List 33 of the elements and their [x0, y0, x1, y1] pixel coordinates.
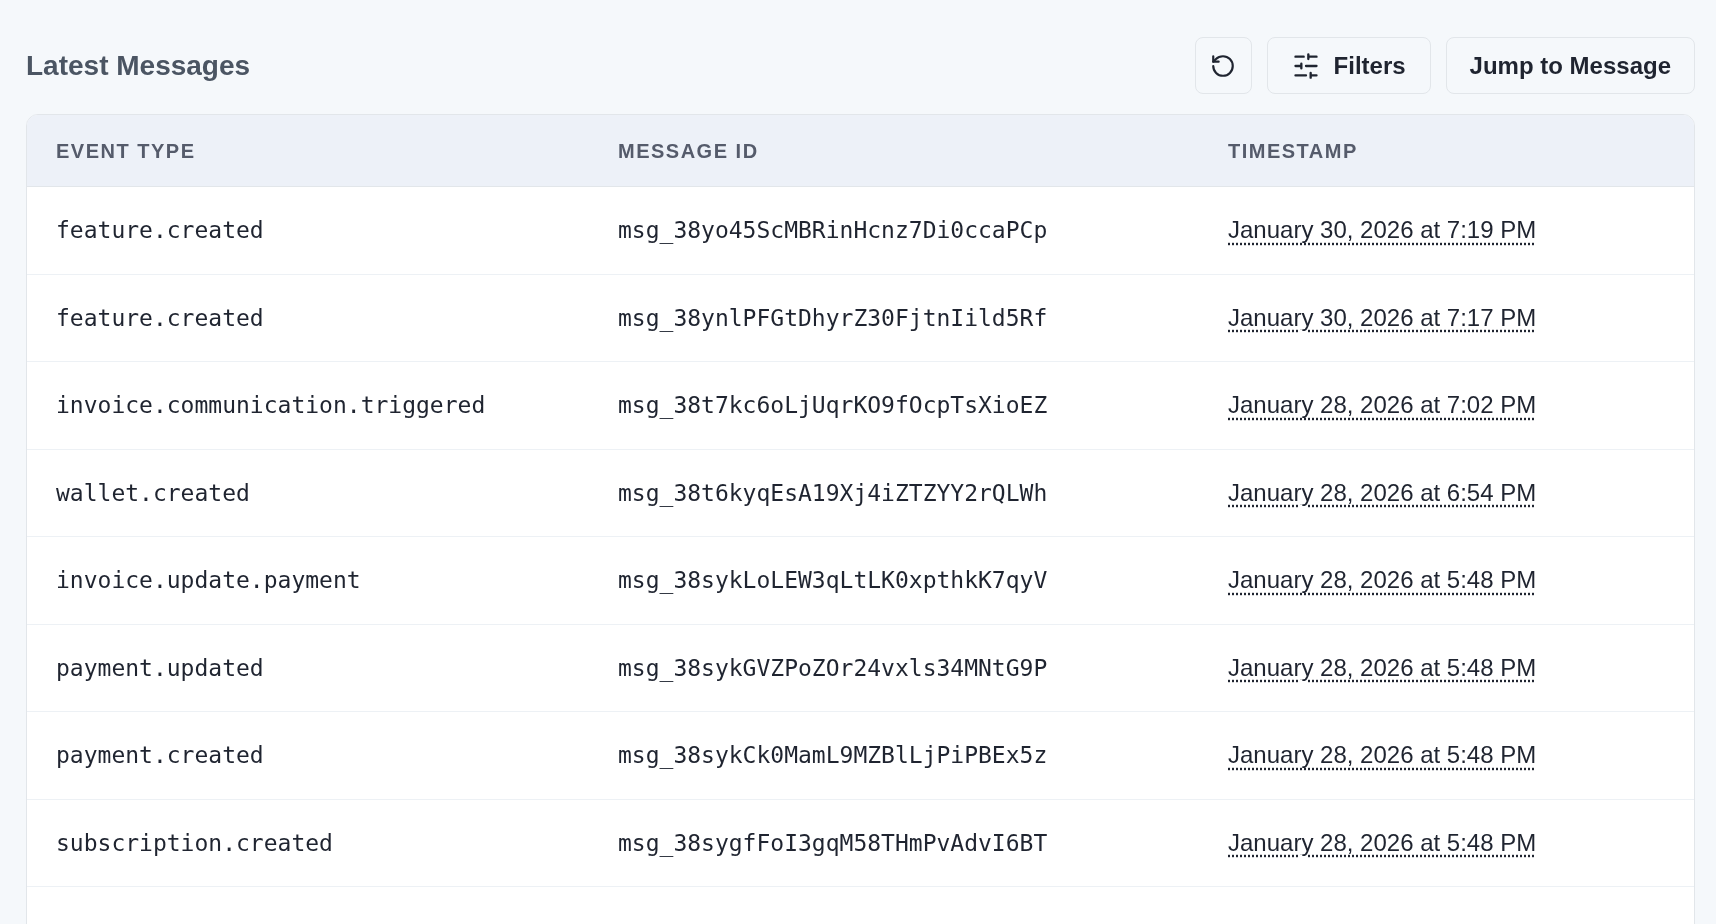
timestamp[interactable]: January 30, 2026 at 7:19 PM	[1228, 216, 1537, 244]
message-id-cell-text: msg_38sykGVZPoZOr24vxls34MNtG9P	[618, 653, 1049, 684]
event-type-cell-text: payment.created	[56, 741, 265, 770]
event-type-cell-text: invoice.update.payment	[56, 566, 362, 595]
column-header: MESSAGE ID	[618, 138, 760, 164]
jump-to-message-button[interactable]: Jump to Message	[1445, 37, 1695, 94]
timestamp[interactable]: January 28, 2026 at 7:02 PM	[1228, 391, 1537, 419]
refresh-button[interactable]	[1194, 37, 1252, 94]
message-id-cell-text: msg_38t7kc6oLjUqrKO9fOcpTsXioEZ	[618, 391, 1049, 421]
event-type-cell-text: payment.updated	[56, 653, 265, 683]
filters-button[interactable]: Filters	[1266, 37, 1431, 94]
event-type-cell-text: feature.created	[56, 216, 265, 245]
event-type-cell-text: invoice.communication.triggered	[56, 391, 487, 420]
timestamp[interactable]: January 28, 2026 at 5:48 PM	[1228, 828, 1537, 856]
page-title: Latest Messages	[26, 48, 251, 83]
message-id-cell-text: msg_38yo45ScMBRinHcnz7Di0ccaPCp	[618, 216, 1049, 246]
message-id-cell-text: msg_38sykCk0MamL9MZBlLjPiPBEx5z	[618, 741, 1049, 771]
timestamp[interactable]: January 28, 2026 at 5:48 PM	[1228, 653, 1537, 681]
sliders-icon	[1291, 51, 1320, 80]
timestamp[interactable]: January 28, 2026 at 5:48 PM	[1228, 741, 1537, 769]
message-id-cell-text: msg_38sygfFoI3gqM58THmPvAdvI6BT	[618, 828, 1049, 859]
message-id-cell-text: msg_38ynlPFGtDhyrZ30FjtnIild5Rf	[618, 303, 1049, 334]
refresh-icon	[1210, 52, 1237, 79]
event-type-cell-text: wallet.created	[56, 478, 251, 508]
column-header: TIMESTAMP	[1228, 138, 1359, 164]
timestamp[interactable]: January 28, 2026 at 6:54 PM	[1228, 478, 1537, 506]
column-header: EVENT TYPE	[56, 138, 197, 164]
message-id-cell-text: msg_38sykLoLEW3qLtLK0xpthkK7qyV	[618, 566, 1049, 596]
event-type-cell-text: subscription.created	[56, 828, 334, 858]
timestamp[interactable]: January 28, 2026 at 5:48 PM	[1228, 566, 1537, 594]
event-type-cell-text: feature.created	[56, 303, 265, 333]
message-id-cell-text: msg_38t6kyqEsA19Xj4iZTZYY2rQLWh	[618, 478, 1049, 509]
timestamp[interactable]: January 30, 2026 at 7:17 PM	[1228, 303, 1537, 331]
